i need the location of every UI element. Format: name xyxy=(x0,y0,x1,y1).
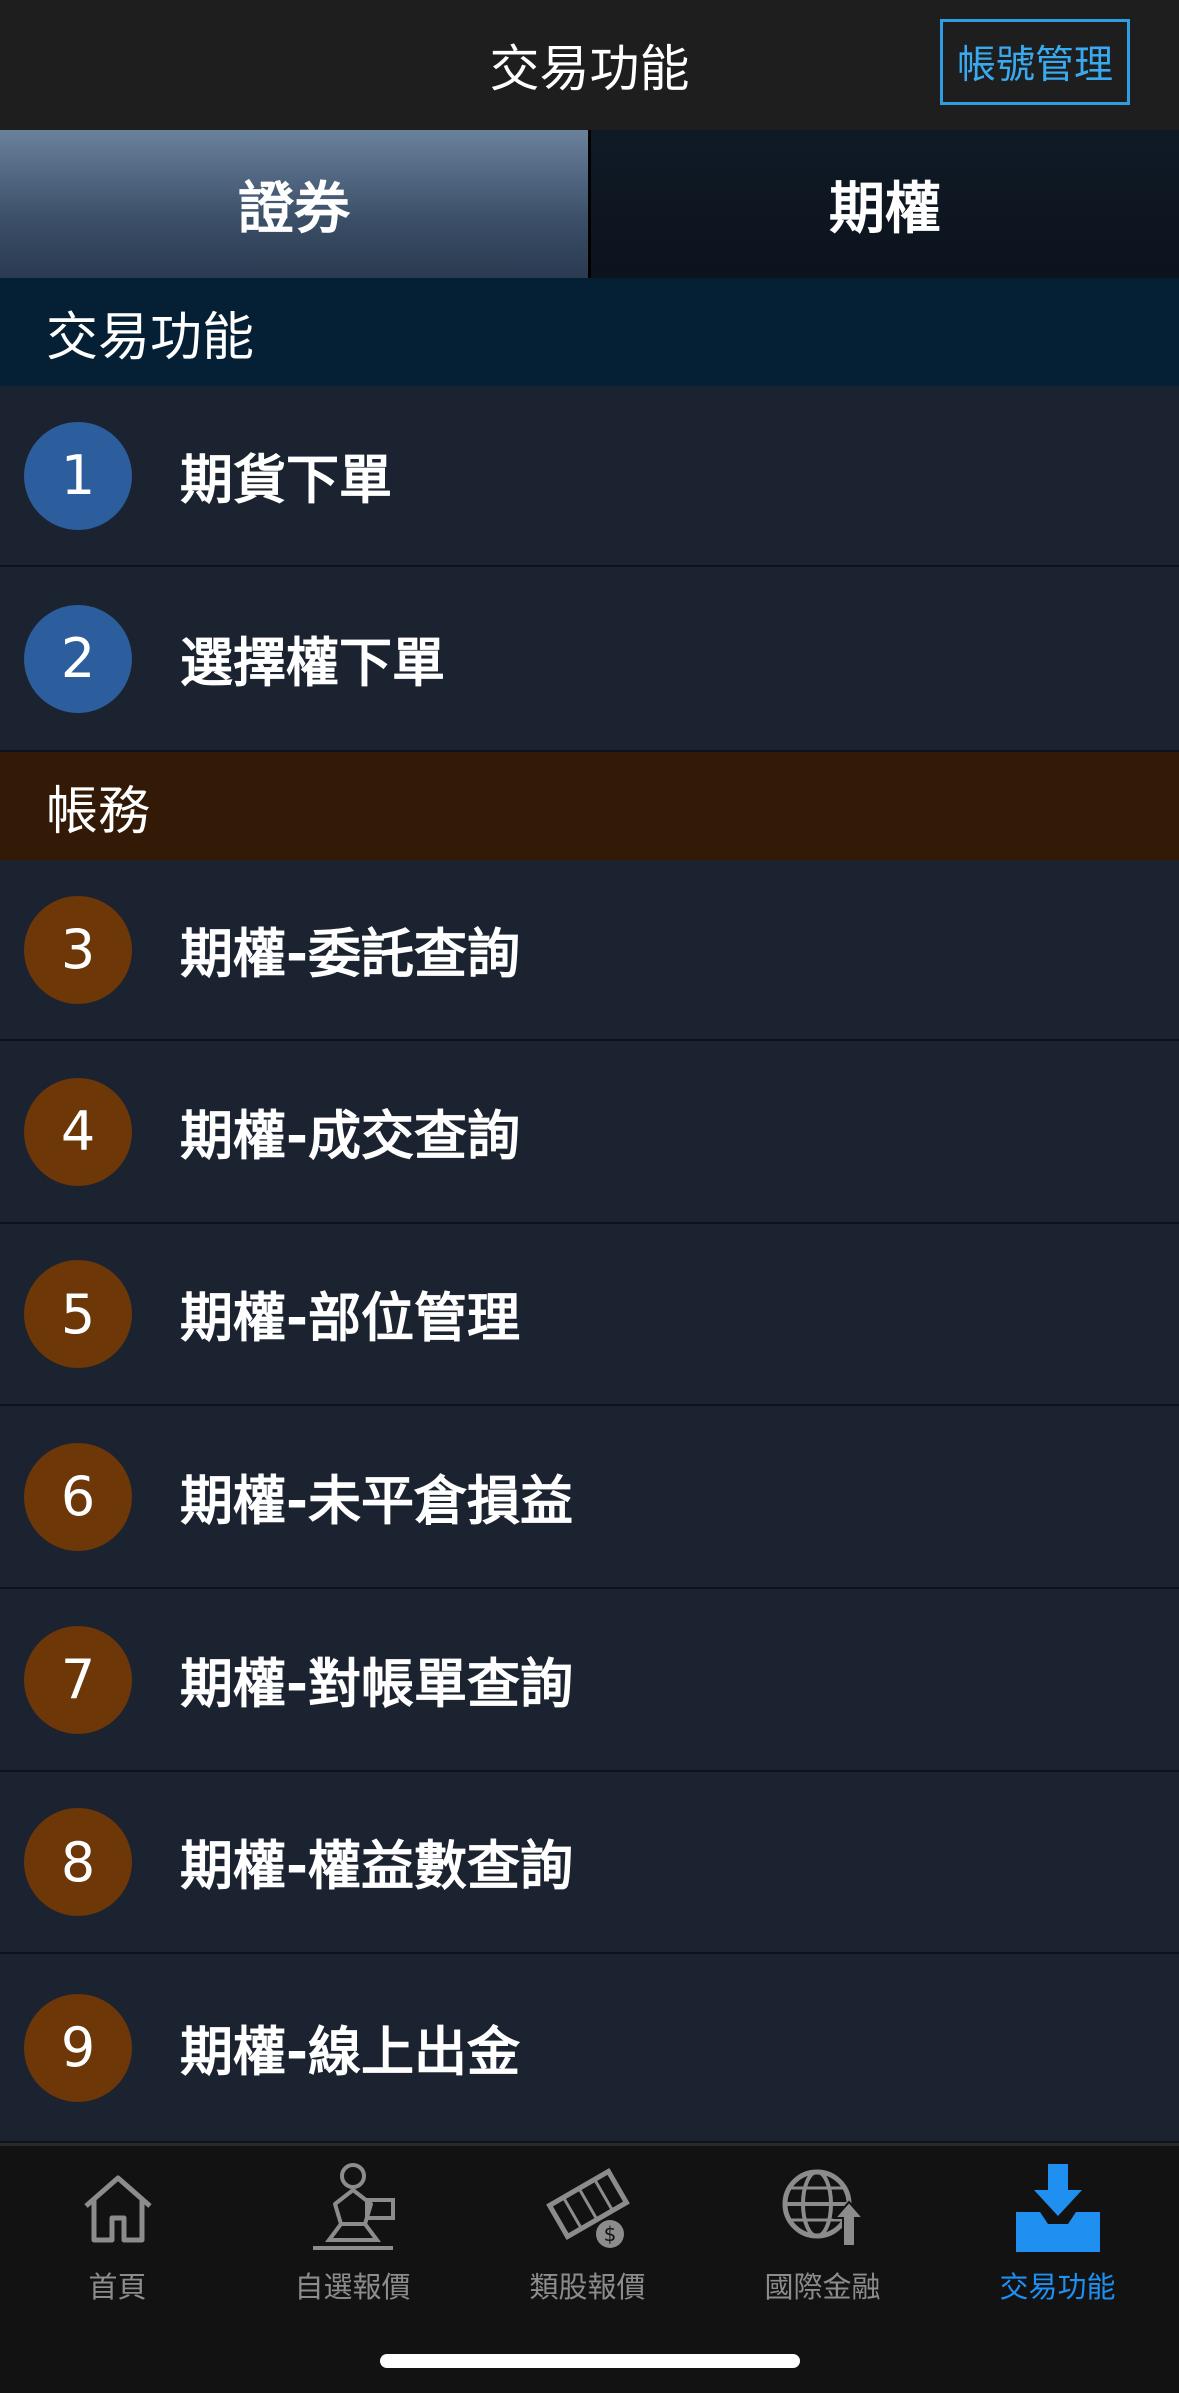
tab-label: 自選報價 xyxy=(294,2270,411,2304)
tab-trade-functions[interactable]: 交易功能 xyxy=(940,2160,1175,2310)
menu-item-label: 期權-線上出金 xyxy=(180,2021,520,2083)
item-number-badge: 7 xyxy=(24,1625,132,1734)
menu-item-futures-order[interactable]: 1 期貨下單 xyxy=(0,386,1179,567)
item-number-badge: 4 xyxy=(24,1077,132,1186)
menu-item-label: 選擇權下單 xyxy=(180,632,445,694)
tab-international-finance[interactable]: 國際金融 xyxy=(705,2160,940,2310)
tab-label: 類股報價 xyxy=(529,2270,646,2304)
tab-sector-quotes[interactable]: $ 類股報價 xyxy=(470,2160,705,2310)
item-number-badge: 3 xyxy=(24,895,132,1004)
tab-futures-options[interactable]: 期權 xyxy=(591,130,1179,278)
menu-item-label: 期權-部位管理 xyxy=(180,1288,520,1349)
menu-item-position-management[interactable]: 5 期權-部位管理 xyxy=(0,1224,1179,1406)
item-number-badge: 5 xyxy=(24,1260,132,1368)
menu-item-options-order[interactable]: 2 選擇權下單 xyxy=(0,567,1179,752)
menu-item-label: 期權-成交查詢 xyxy=(180,1105,520,1167)
menu-item-label: 期權-未平倉損益 xyxy=(180,1470,573,1532)
menu-item-order-query[interactable]: 3 期權-委託查詢 xyxy=(0,860,1179,1041)
section-header-trade: 交易功能 xyxy=(0,278,1179,386)
tab-label: 國際金融 xyxy=(764,2270,881,2304)
nav-header: 交易功能 帳號管理 xyxy=(0,0,1179,130)
menu-item-label: 期權-委託查詢 xyxy=(180,923,520,985)
tab-securities[interactable]: 證券 xyxy=(0,130,591,278)
menu-item-online-withdrawal[interactable]: 9 期權-線上出金 xyxy=(0,1954,1179,2143)
menu-item-unrealized-pnl[interactable]: 6 期權-未平倉損益 xyxy=(0,1406,1179,1589)
menu-item-trade-query[interactable]: 4 期權-成交查詢 xyxy=(0,1041,1179,1224)
menu-item-label: 期權-對帳單查詢 xyxy=(180,1653,573,1715)
item-number-badge: 1 xyxy=(24,421,132,530)
item-number-badge: 6 xyxy=(24,1442,132,1551)
menu-item-label: 期貨下單 xyxy=(180,449,392,511)
section-header-account: 帳務 xyxy=(0,752,1179,860)
account-management-button[interactable]: 帳號管理 xyxy=(940,19,1130,105)
item-number-badge: 9 xyxy=(24,1993,132,2102)
tab-home[interactable]: 首頁 xyxy=(0,2160,235,2310)
home-icon xyxy=(68,2160,168,2256)
home-indicator xyxy=(380,2354,800,2368)
menu-item-statement-query[interactable]: 7 期權-對帳單查詢 xyxy=(0,1589,1179,1772)
item-number-badge: 8 xyxy=(24,1808,132,1916)
globe-up-icon xyxy=(773,2160,873,2256)
segment-control: 證券 期權 xyxy=(0,130,1179,278)
trade-download-icon xyxy=(1008,2160,1108,2256)
menu-item-label: 期權-權益數查詢 xyxy=(180,1836,573,1897)
custom-quote-icon xyxy=(303,2160,403,2256)
menu-item-equity-query[interactable]: 8 期權-權益數查詢 xyxy=(0,1772,1179,1954)
tab-custom-quotes[interactable]: 自選報價 xyxy=(235,2160,470,2310)
film-dollar-icon: $ xyxy=(538,2160,638,2256)
tab-label: 首頁 xyxy=(88,2270,147,2304)
item-number-badge: 2 xyxy=(24,604,132,713)
svg-text:$: $ xyxy=(603,2222,616,2246)
tab-label: 交易功能 xyxy=(999,2270,1116,2304)
